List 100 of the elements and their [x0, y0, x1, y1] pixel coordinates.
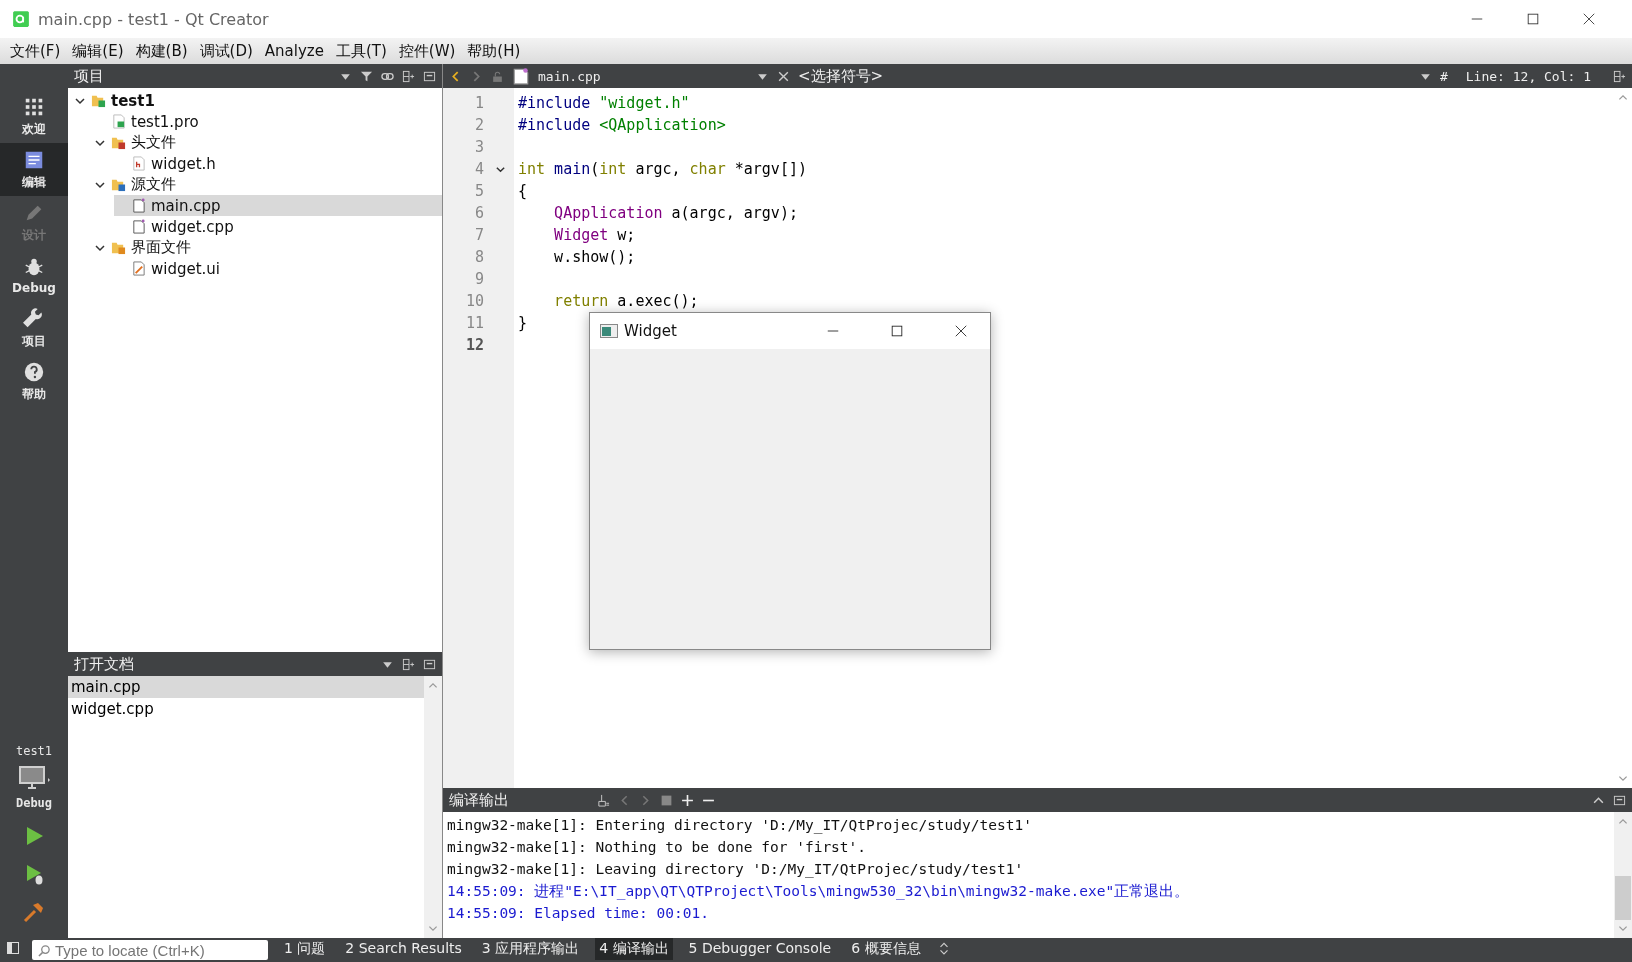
- output-tab[interactable]: 3 应用程序输出: [477, 938, 584, 960]
- code-line: w.show();: [553, 248, 636, 266]
- menu-item[interactable]: 调试(D): [193, 39, 259, 63]
- line-number: 6: [474, 203, 484, 224]
- folder-icon: [111, 240, 126, 255]
- split-icon[interactable]: [1613, 69, 1626, 83]
- source-file-icon: [131, 198, 146, 213]
- code-line: #include <QApplication>: [518, 116, 726, 134]
- filter-icon[interactable]: [360, 69, 373, 83]
- menu-item[interactable]: Analyze: [258, 40, 330, 62]
- fold-chevron-icon[interactable]: [495, 164, 506, 175]
- output-line: 14:55:09: Elapsed time: 00:01.: [447, 904, 710, 923]
- document-item[interactable]: widget.cpp: [68, 698, 424, 720]
- panel-title: 打开文档: [74, 654, 135, 674]
- line-number: 5: [474, 181, 484, 202]
- menu-item[interactable]: 构建(B): [129, 39, 194, 63]
- hammer-icon[interactable]: [22, 900, 46, 924]
- window-icon: [600, 324, 618, 338]
- line-number: 2: [474, 115, 484, 136]
- file-selector[interactable]: main.cpp: [538, 68, 748, 84]
- kit-build-label: Debug: [15, 796, 53, 810]
- document-item[interactable]: main.cpp: [68, 676, 424, 698]
- line-number: 9: [474, 269, 484, 290]
- help-icon: [23, 360, 45, 383]
- line-number: 3: [474, 137, 484, 158]
- tree-item[interactable]: widget.ui: [114, 258, 442, 279]
- window-title: main.cpp - test1 - Qt Creator: [38, 9, 269, 29]
- header-file-icon: [131, 156, 146, 171]
- tree-item[interactable]: widget.h: [114, 153, 442, 174]
- cursor-position: Line: 12, Col: 1: [1465, 68, 1591, 84]
- output-tab[interactable]: 6 概要信息: [847, 938, 925, 960]
- close-panel-icon[interactable]: [1613, 793, 1626, 807]
- code-line: QApplication a(argc, argv);: [553, 204, 798, 222]
- bug-icon: [23, 256, 45, 278]
- line-number: 12: [465, 335, 484, 356]
- kit-project-label: test1: [15, 744, 53, 758]
- hash-label: #: [1439, 68, 1448, 84]
- mode-button[interactable]: 帮助: [0, 355, 68, 408]
- output-tab[interactable]: 1 问题: [280, 938, 330, 960]
- code-line: int main(int argc, char *argv[]): [518, 160, 807, 178]
- output-tab[interactable]: 5 Debugger Console: [684, 938, 836, 958]
- folder-icon: [111, 135, 126, 150]
- output-line: 14:55:09: 进程"E:\IT_app\QT\QTProject\Tools\mingw530_32\bin\mingw32-make.exe"正常退出。: [447, 882, 1191, 902]
- mode-button[interactable]: 编辑: [0, 143, 68, 196]
- code-line: }: [518, 314, 528, 332]
- line-number: 7: [474, 225, 484, 246]
- maximize-icon[interactable]: [1526, 12, 1540, 26]
- stop-icon[interactable]: [660, 793, 673, 807]
- folder-icon: [91, 93, 106, 108]
- split-icon[interactable]: [402, 657, 415, 671]
- output-tab[interactable]: 2 Search Results: [341, 938, 466, 958]
- tree-item[interactable]: main.cpp: [114, 195, 442, 216]
- output-line: mingw32-make[1]: Entering directory 'D:/My_IT/QtProjec/study/test1': [447, 816, 1033, 836]
- tree-item[interactable]: 头文件: [94, 132, 442, 153]
- project-file-icon: [111, 114, 126, 129]
- panel-title: 项目: [74, 66, 105, 86]
- menu-item[interactable]: 工具(T): [329, 39, 393, 63]
- menu-item[interactable]: 控件(W): [392, 39, 462, 63]
- mode-button[interactable]: 欢迎: [0, 90, 68, 143]
- folder-icon: [111, 177, 126, 192]
- menu-item[interactable]: 编辑(E): [66, 39, 130, 63]
- source-file-icon: [131, 219, 146, 234]
- line-number: 4: [474, 159, 484, 180]
- tree-item[interactable]: test1.pro: [94, 111, 442, 132]
- clean-icon[interactable]: [597, 793, 610, 807]
- form-file-icon: [131, 261, 146, 276]
- close-icon[interactable]: [954, 324, 968, 338]
- split-icon[interactable]: [402, 69, 415, 83]
- close-panel-icon[interactable]: [423, 657, 436, 671]
- locator-field[interactable]: Type to locate (Ctrl+K): [32, 940, 268, 960]
- code-line: Widget w;: [553, 226, 636, 244]
- tree-item[interactable]: test1: [74, 90, 442, 111]
- menu-item[interactable]: 帮助(H): [461, 39, 527, 63]
- window-title: Widget: [624, 322, 678, 340]
- tree-item[interactable]: widget.cpp: [114, 216, 442, 237]
- sidebar-toggle-icon[interactable]: [6, 941, 20, 955]
- mode-button[interactable]: Debug: [0, 249, 68, 302]
- wrench-icon: [23, 307, 45, 330]
- line-number: 10: [465, 291, 484, 312]
- zoom-in-icon[interactable]: [681, 793, 694, 807]
- menu-item[interactable]: 文件(F): [4, 39, 67, 63]
- code-line: {: [518, 182, 528, 200]
- close-panel-icon[interactable]: [423, 69, 436, 83]
- output-line: mingw32-make[1]: Nothing to be done for 'first'.: [447, 838, 868, 857]
- tree-item[interactable]: 源文件: [94, 174, 442, 195]
- panel-title: 编译输出: [449, 790, 510, 810]
- output-tab[interactable]: 4 编译输出: [595, 938, 673, 960]
- monitor-icon[interactable]: [17, 764, 51, 792]
- app-icon: [12, 10, 30, 28]
- tree-item[interactable]: 界面文件: [94, 237, 442, 258]
- maximize-icon[interactable]: [890, 324, 904, 338]
- output-line: mingw32-make[1]: Leaving directory 'D:/My_IT/QtProjec/study/test1': [447, 860, 1025, 880]
- line-number: 1: [474, 93, 484, 114]
- search-icon: [38, 943, 51, 957]
- file-icon: [512, 67, 530, 85]
- code-line: return a.exec();: [553, 292, 699, 310]
- symbol-selector[interactable]: <选择符号>: [798, 66, 1411, 86]
- line-number: 11: [465, 313, 484, 334]
- mode-button[interactable]: 项目: [0, 302, 68, 355]
- close-icon[interactable]: [1582, 12, 1596, 26]
